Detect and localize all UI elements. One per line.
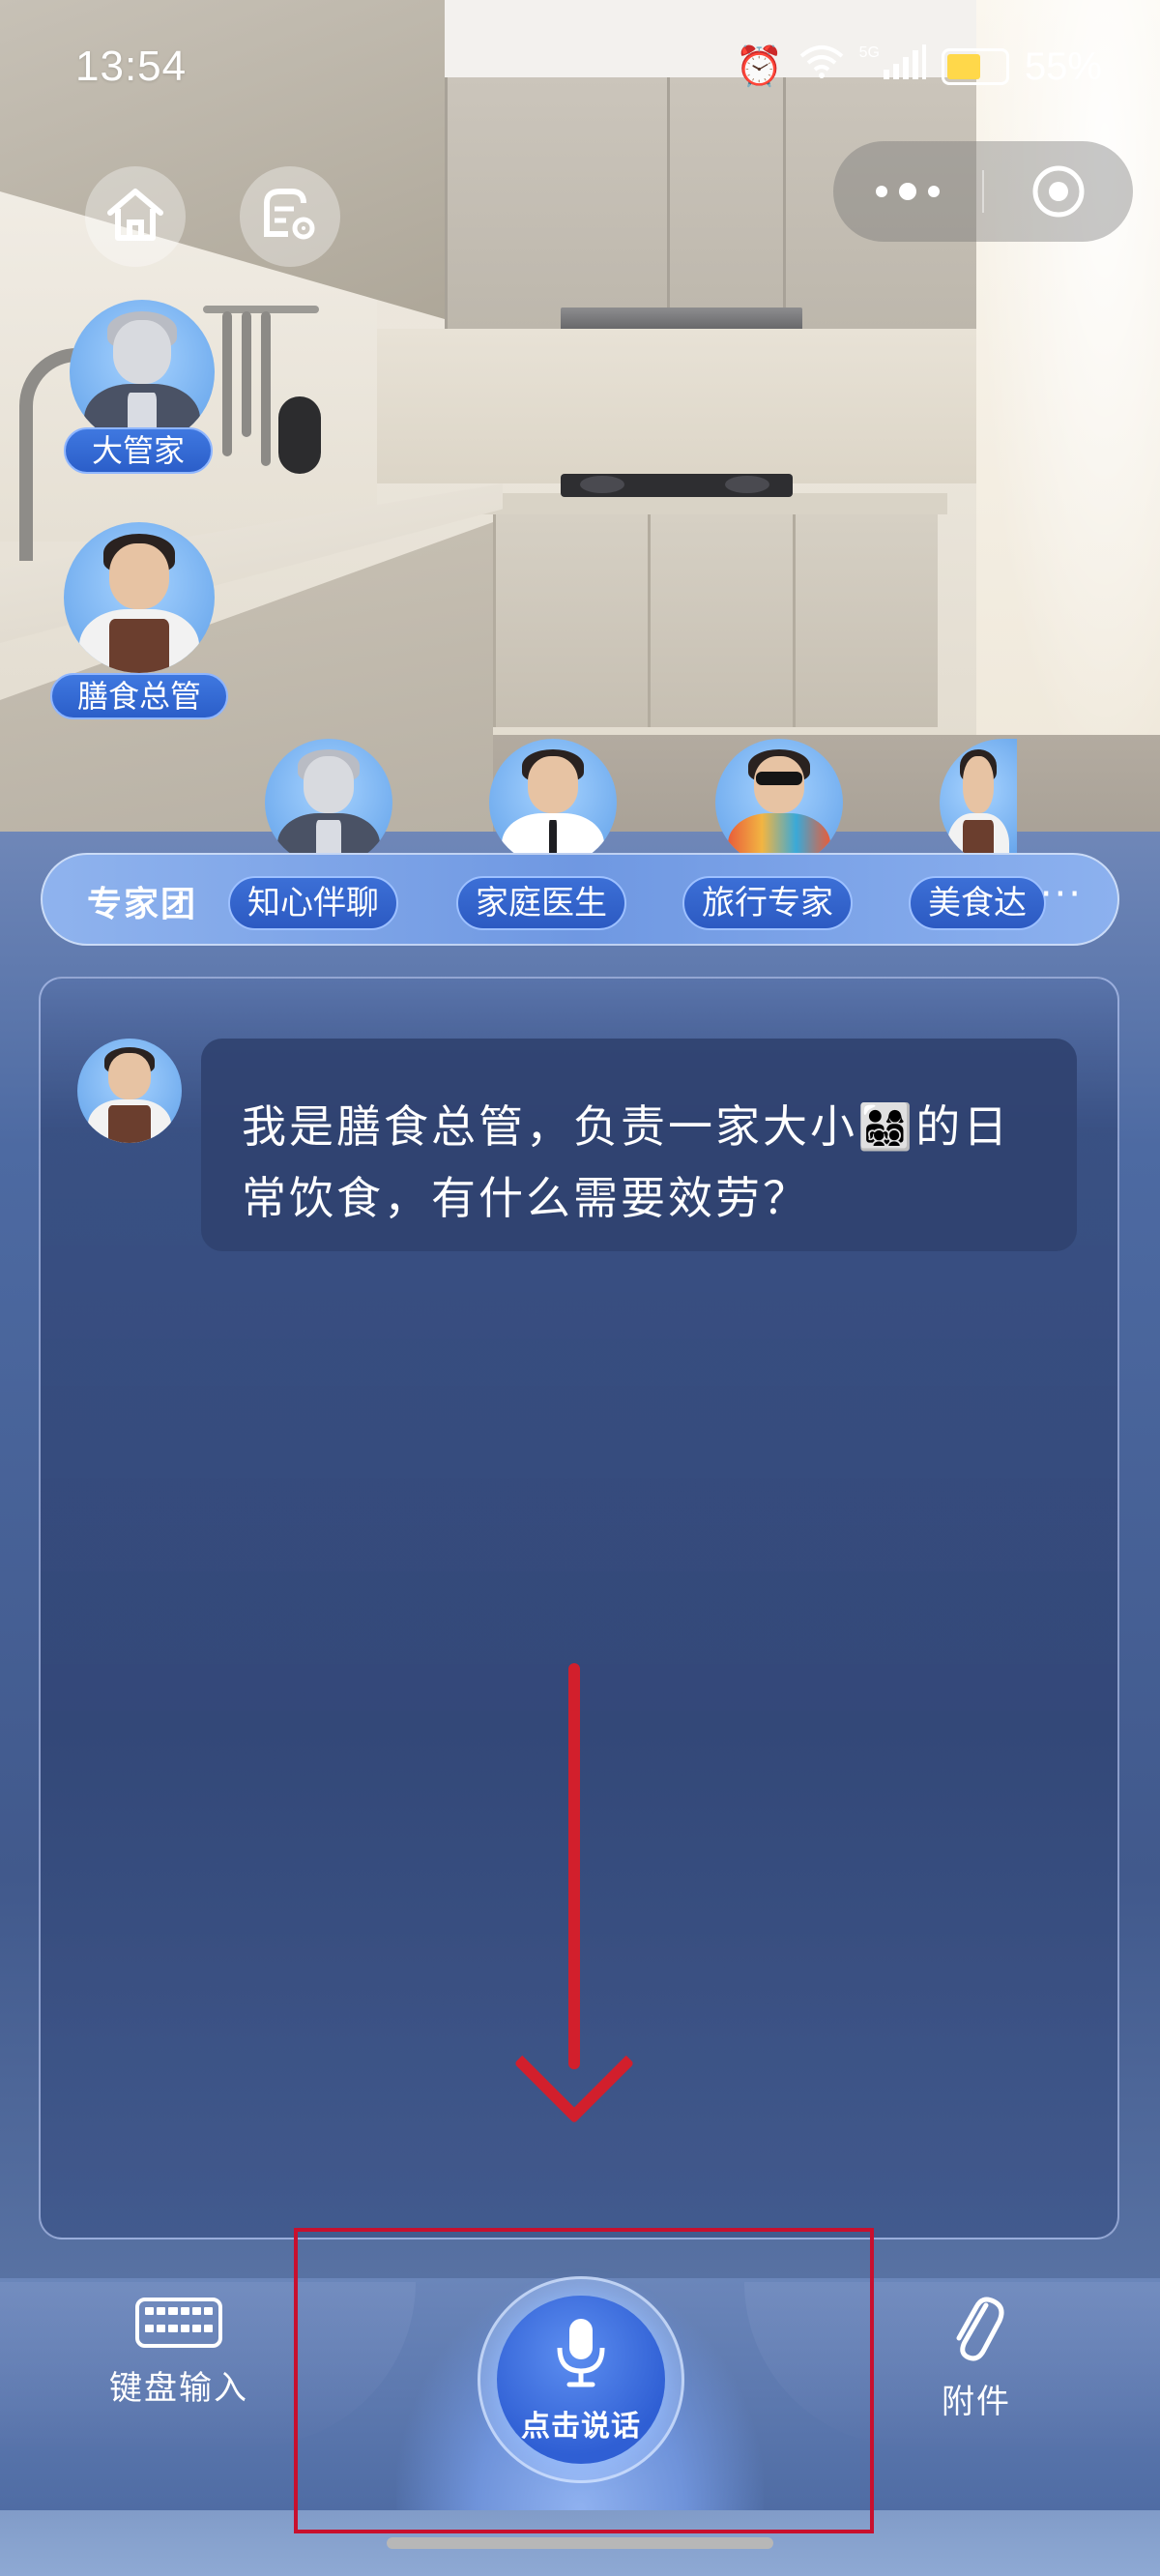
- keyboard-input-label: 键盘输入: [109, 2369, 248, 2408]
- home-icon: [104, 186, 166, 248]
- expert-team-bar: 专家团 知心伴聊 家庭医生 旅行专家 美食达 ···: [41, 853, 1119, 946]
- status-icons: ⏰ 5G 55%: [736, 44, 1102, 88]
- butler-avatar[interactable]: [70, 300, 215, 445]
- butler-label[interactable]: 大管家: [64, 427, 213, 474]
- annotation-highlight-box: [294, 2228, 874, 2533]
- settings-icon: [259, 186, 321, 248]
- settings-button[interactable]: [240, 166, 340, 267]
- status-time: 13:54: [75, 43, 188, 90]
- attachment-label: 附件: [942, 2383, 1011, 2421]
- expert-avatar-companion[interactable]: [265, 739, 392, 866]
- keyboard-input-button[interactable]: 键盘输入: [106, 2298, 251, 2414]
- diet-manager-avatar[interactable]: [64, 522, 215, 673]
- more-icon[interactable]: ···: [1040, 872, 1083, 917]
- message-avatar: [77, 1039, 182, 1143]
- wifi-icon: [799, 44, 844, 88]
- battery-charging-icon: [941, 47, 1009, 85]
- assistant-message: 我是膳食总管，负责一家大小👨‍👩‍👧‍👦的日常饮食，有什么需要效劳？: [201, 1039, 1077, 1251]
- signal-icon: [883, 44, 926, 88]
- home-indicator[interactable]: [387, 2537, 773, 2549]
- diet-manager-label[interactable]: 膳食总管: [50, 673, 228, 719]
- expert-team-title: 专家团: [87, 885, 198, 924]
- network-type: 5G: [858, 44, 880, 61]
- expert-chip-row: 知心伴聊 家庭医生 旅行专家 美食达: [228, 855, 1050, 944]
- paperclip-icon: [947, 2292, 1005, 2369]
- target-icon[interactable]: [984, 162, 1133, 220]
- more-dots-icon[interactable]: [833, 183, 982, 200]
- expert-avatar-travel[interactable]: [715, 739, 843, 866]
- expert-chip-companion[interactable]: 知心伴聊: [228, 876, 398, 930]
- attachment-button[interactable]: 附件: [928, 2292, 1025, 2421]
- status-bar: 13:54 ⏰ 5G 55%: [0, 0, 1160, 145]
- expert-chip-doctor[interactable]: 家庭医生: [456, 876, 626, 930]
- keyboard-icon: [135, 2298, 222, 2348]
- home-button[interactable]: [85, 166, 186, 267]
- alarm-icon: ⏰: [735, 44, 784, 88]
- expert-avatar-doctor[interactable]: [489, 739, 617, 866]
- mini-program-capsule: [833, 141, 1133, 242]
- battery-level: 55%: [1024, 44, 1102, 88]
- expert-chip-travel[interactable]: 旅行专家: [682, 876, 853, 930]
- expert-chip-food[interactable]: 美食达: [909, 876, 1046, 930]
